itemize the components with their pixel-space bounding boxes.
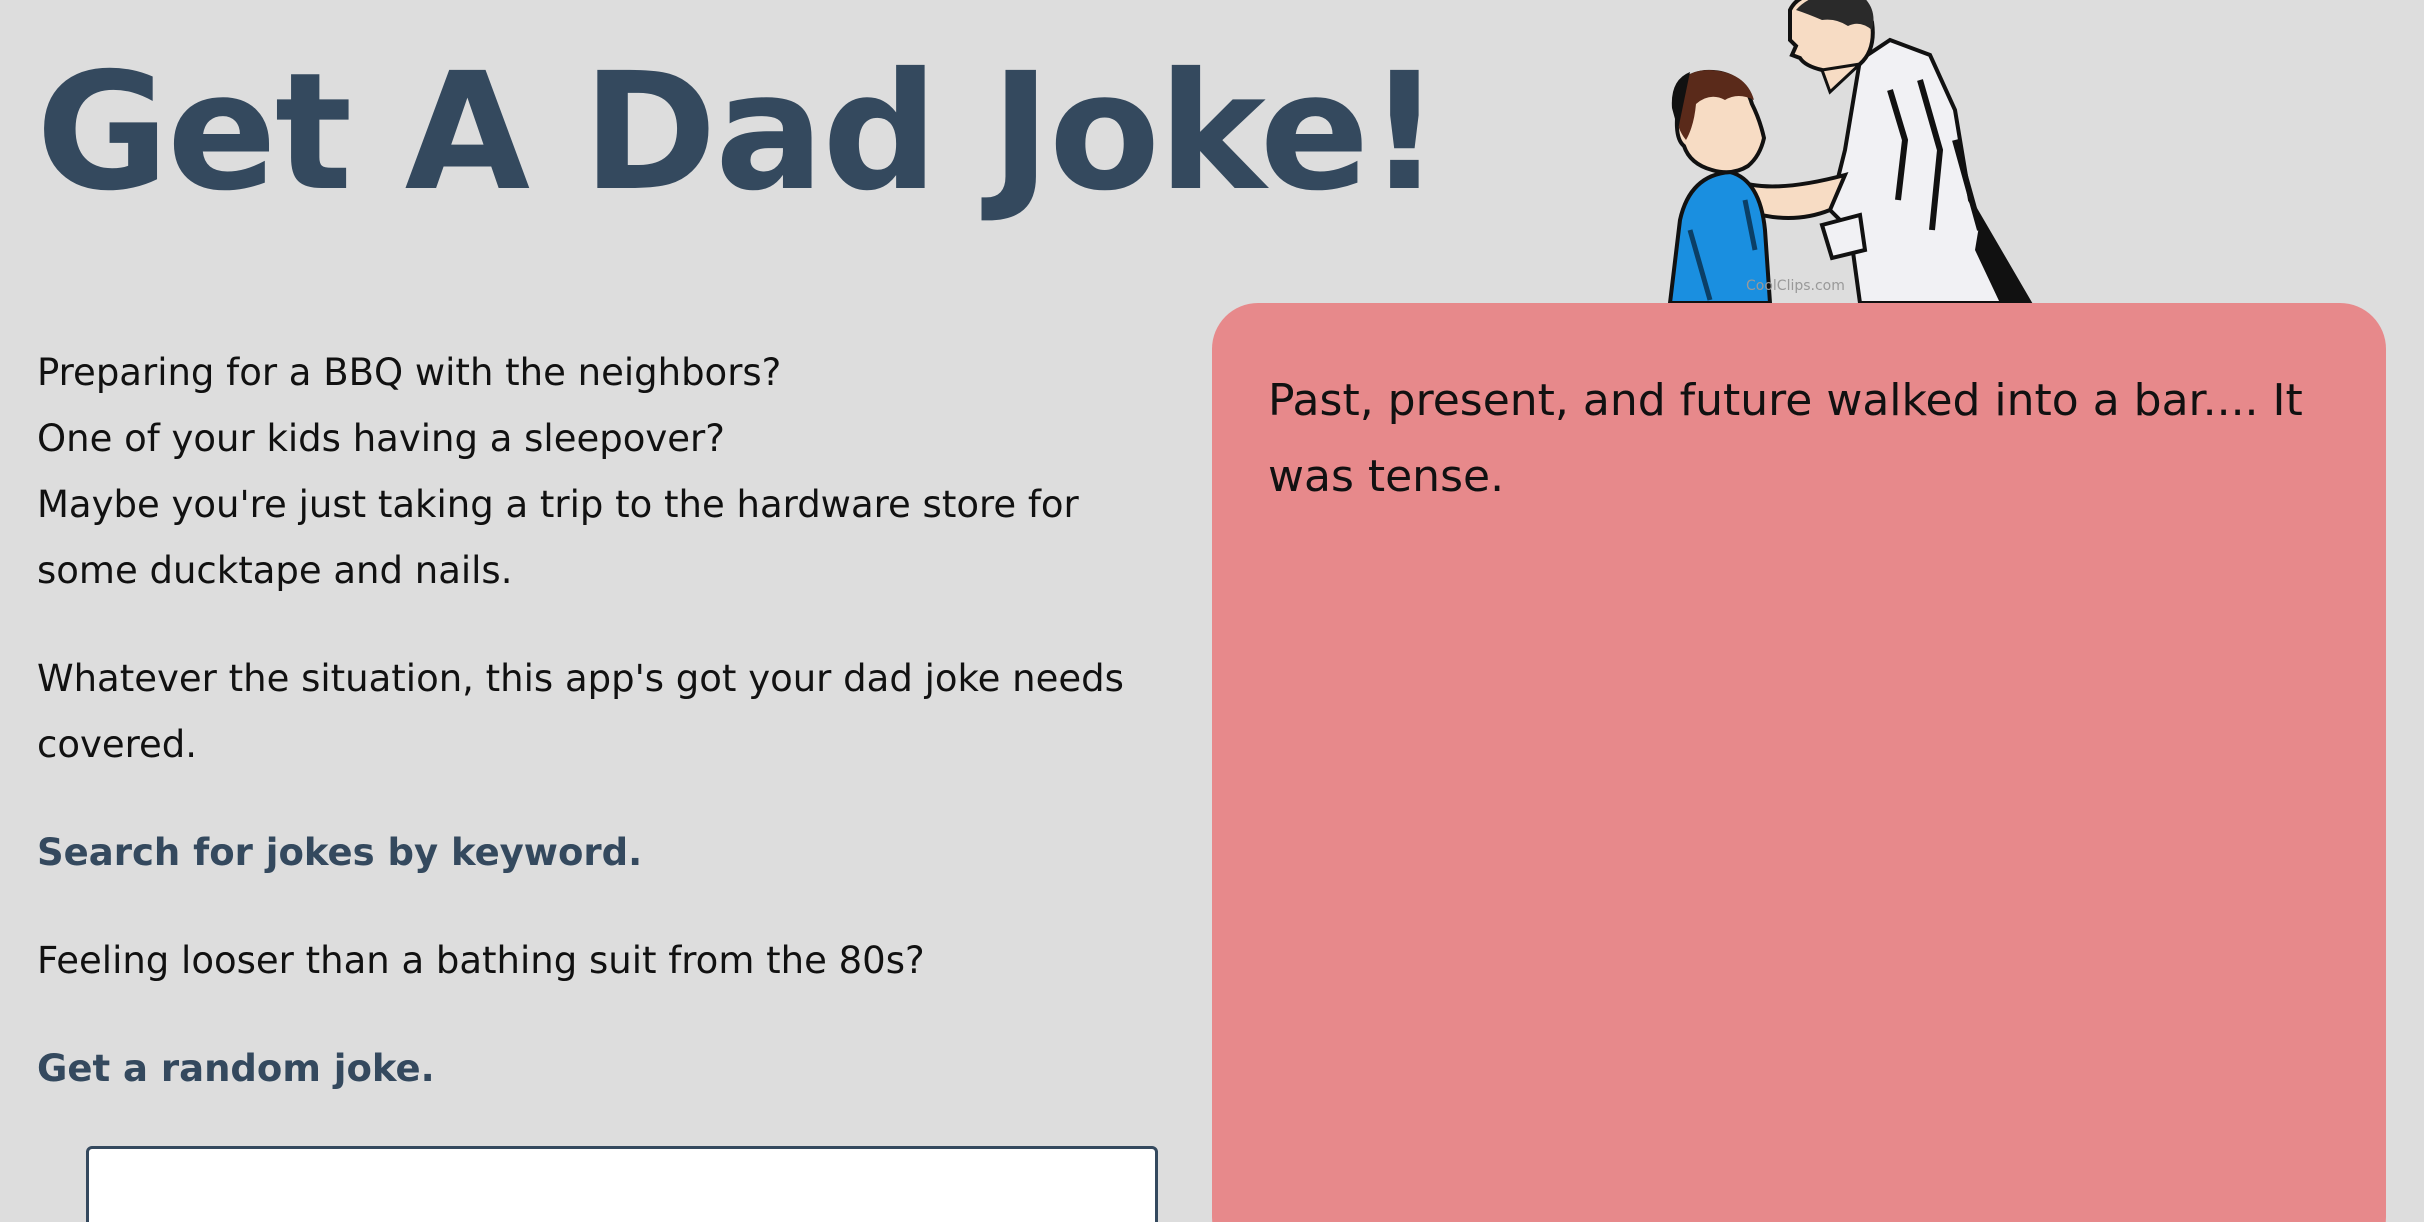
page: Get A Dad Joke! CoolClips.com Preparing … xyxy=(0,0,2424,1222)
looser-text: Feeling looser than a bathing suit from … xyxy=(37,939,925,982)
intro-line-sleepover: One of your kids having a sleepover? xyxy=(37,417,725,460)
search-input[interactable] xyxy=(86,1146,1158,1222)
situation-text: Whatever the situation, this app's got y… xyxy=(37,657,1124,766)
intro-section: Preparing for a BBQ with the neighbors? … xyxy=(37,340,1157,1144)
random-joke-link[interactable]: Get a random joke. xyxy=(37,1036,435,1102)
watermark-text: CoolClips.com xyxy=(1746,278,1845,294)
page-title: Get A Dad Joke! xyxy=(36,39,1441,227)
intro-line-hardware: Maybe you're just taking a trip to the h… xyxy=(37,483,1079,592)
intro-paragraph: Preparing for a BBQ with the neighbors? … xyxy=(37,340,1157,604)
search-jokes-link[interactable]: Search for jokes by keyword. xyxy=(37,820,642,886)
joke-panel: Past, present, and future walked into a … xyxy=(1212,303,2386,1222)
intro-line-bbq: Preparing for a BBQ with the neighbors? xyxy=(37,351,782,394)
joke-text: Past, present, and future walked into a … xyxy=(1268,375,2303,502)
father-son-illustration xyxy=(1667,0,2033,303)
